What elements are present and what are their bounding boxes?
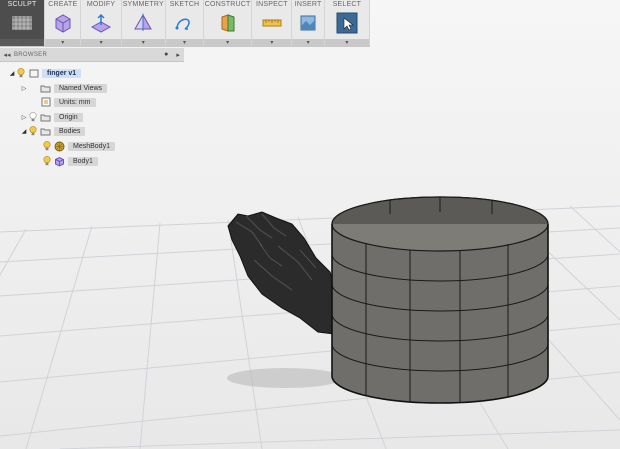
insert-canvas-icon	[297, 13, 319, 33]
browser-node-meshbody1[interactable]: MeshBody1	[42, 140, 115, 152]
browser-expand-button[interactable]: ▸	[176, 51, 180, 59]
modify-edit-form-icon	[90, 13, 112, 33]
browser-node-label: Bodies	[54, 126, 86, 136]
browser-node-named-views[interactable]: ▷ Named Views	[20, 82, 108, 94]
expand-toggle[interactable]: ◢	[8, 70, 16, 77]
sketch-menu-button[interactable]: SKETCH ▾	[165, 0, 205, 46]
hand-mesh[interactable]	[227, 211, 339, 335]
browser-node-label: MeshBody1	[68, 141, 115, 151]
browser-node-units[interactable]: Units: mm	[20, 96, 96, 108]
viewport-scene	[0, 196, 620, 449]
toolbar: SCULPT ▾ CREATE ▾ MODIFY ▾ SYMMETRY ▾ SK…	[0, 0, 370, 47]
construct-dropdown-arrow[interactable]: ▾	[226, 40, 229, 46]
sketch-dropdown-arrow[interactable]: ▾	[183, 40, 186, 46]
create-menu-button[interactable]: CREATE ▾	[45, 0, 82, 46]
select-menu-button[interactable]: SELECT ▾	[324, 0, 370, 46]
select-label: SELECT	[332, 1, 362, 8]
modify-menu-button[interactable]: MODIFY ▾	[81, 0, 122, 46]
folder-icon	[40, 127, 51, 136]
browser-node-label: Origin	[54, 112, 83, 122]
construct-label: CONSTRUCT	[204, 1, 251, 8]
sketch-label: SKETCH	[169, 1, 200, 8]
expand-toggle[interactable]: ◢	[20, 128, 28, 135]
browser-panel-header: ◂◂ BROWSER ● ▸	[0, 48, 184, 62]
visibility-bulb-icon[interactable]	[28, 112, 38, 122]
browser-title: BROWSER	[14, 51, 48, 58]
sculpt-workspace-button[interactable]: SCULPT ▾	[0, 0, 46, 46]
sculpt-label: SCULPT	[7, 1, 37, 8]
symmetry-label: SYMMETRY	[122, 1, 164, 8]
sculpt-form-icon	[11, 13, 33, 33]
create-dropdown-arrow[interactable]: ▾	[61, 40, 64, 46]
select-dropdown-arrow[interactable]: ▾	[345, 40, 348, 46]
browser-node-body1[interactable]: Body1	[42, 155, 98, 167]
browser-options-button[interactable]: ●	[164, 51, 168, 59]
insert-menu-button[interactable]: INSERT ▾	[292, 0, 325, 46]
browser-node-root[interactable]: ◢ finger v1	[8, 67, 82, 79]
browser-node-bodies[interactable]: ◢ Bodies	[20, 125, 86, 137]
solid-body-icon	[54, 156, 65, 167]
create-label: CREATE	[48, 1, 78, 8]
folder-icon	[40, 113, 51, 122]
symmetry-icon	[132, 13, 154, 33]
modify-dropdown-arrow[interactable]: ▾	[100, 40, 103, 46]
document-icon	[28, 69, 39, 78]
select-cursor-icon	[336, 12, 358, 34]
visibility-bulb-icon[interactable]	[16, 68, 26, 78]
browser-node-label: finger v1	[42, 68, 82, 78]
browser-node-label: Named Views	[54, 83, 108, 93]
mesh-body-icon	[54, 141, 65, 151]
insert-label: INSERT	[294, 1, 322, 8]
symmetry-menu-button[interactable]: SYMMETRY ▾	[121, 0, 166, 46]
sculpt-dropdown-arrow[interactable]: ▾	[21, 40, 24, 46]
symmetry-dropdown-arrow[interactable]: ▾	[142, 40, 145, 46]
visibility-bulb-icon[interactable]	[42, 141, 52, 151]
modify-label: MODIFY	[86, 1, 116, 8]
inspect-label: INSPECT	[255, 1, 288, 8]
3d-viewport[interactable]	[0, 0, 620, 449]
create-box-icon	[52, 13, 74, 33]
insert-dropdown-arrow[interactable]: ▾	[307, 40, 310, 46]
sketch-curve-icon	[173, 13, 195, 33]
measure-icon	[261, 13, 283, 33]
inspect-menu-button[interactable]: INSPECT ▾	[252, 0, 293, 46]
browser-node-label: Body1	[68, 156, 98, 166]
folder-icon	[40, 84, 51, 93]
browser-node-label: Units: mm	[54, 97, 96, 107]
visibility-bulb-icon[interactable]	[28, 126, 38, 136]
expand-toggle[interactable]: ▷	[20, 85, 28, 92]
expand-toggle[interactable]: ▷	[20, 114, 28, 121]
hand-shadow	[227, 368, 343, 388]
construct-plane-icon	[217, 13, 239, 33]
browser-node-origin[interactable]: ▷ Origin	[20, 111, 83, 123]
cylinder-form-body[interactable]	[331, 196, 549, 404]
construct-menu-button[interactable]: CONSTRUCT ▾	[204, 0, 253, 46]
inspect-dropdown-arrow[interactable]: ▾	[270, 40, 273, 46]
visibility-bulb-icon[interactable]	[42, 156, 52, 166]
browser-collapse-button[interactable]: ◂◂	[0, 51, 14, 59]
units-document-icon	[40, 97, 51, 107]
